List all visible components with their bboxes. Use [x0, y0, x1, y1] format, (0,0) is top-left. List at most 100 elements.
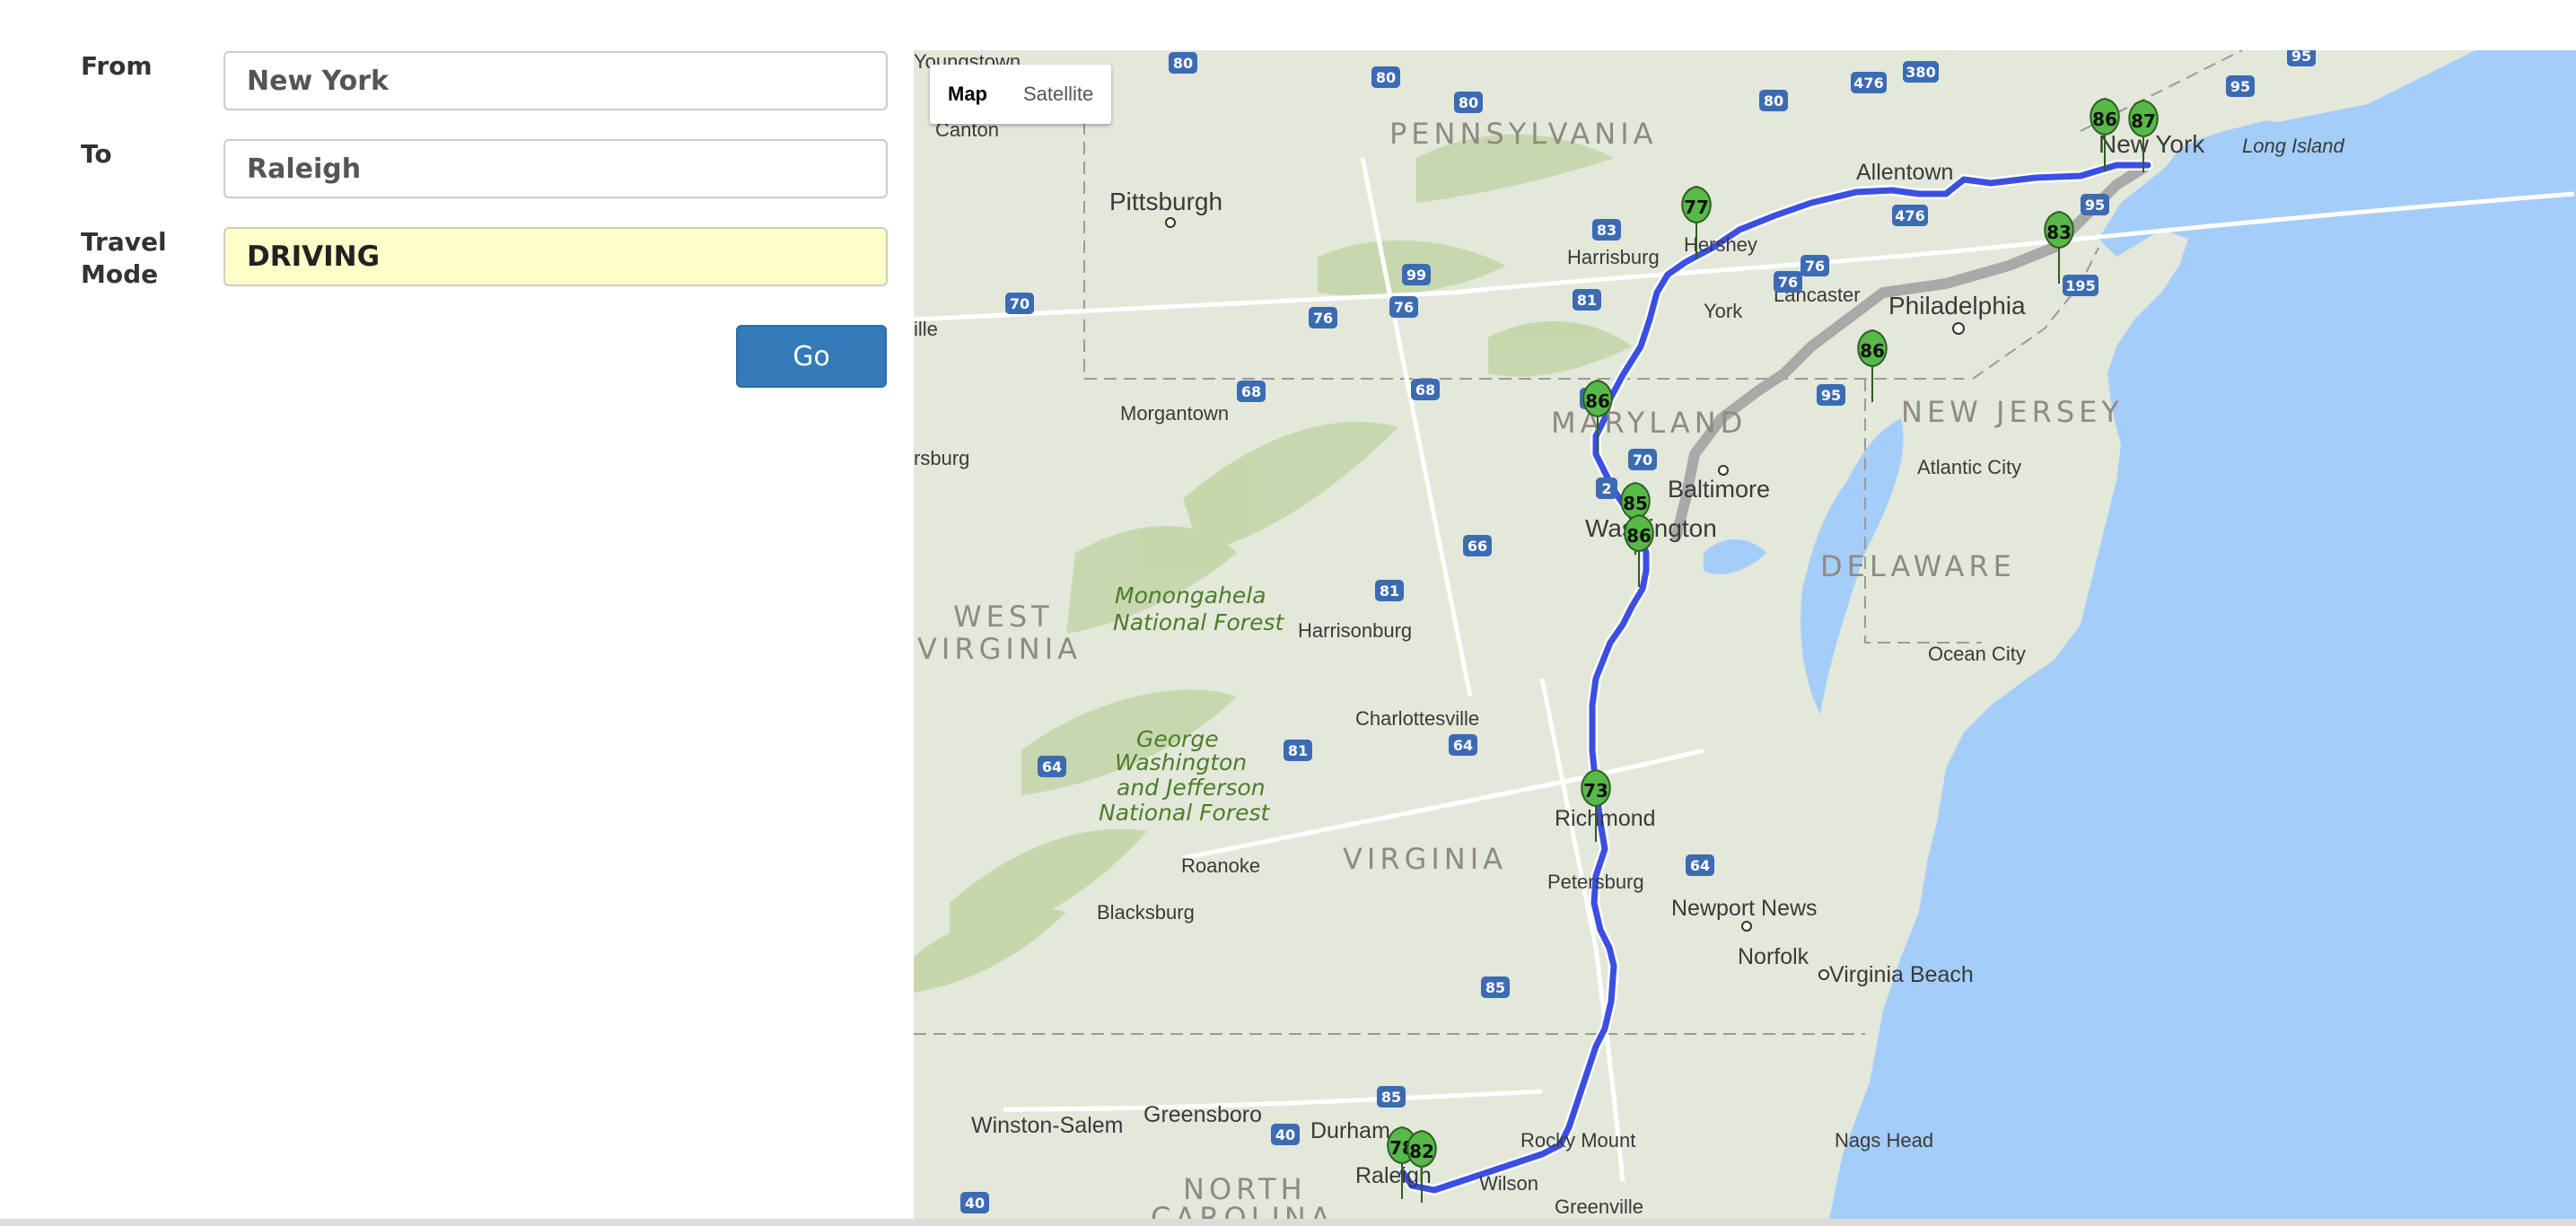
- city-label: Charlottesville: [1355, 707, 1479, 730]
- highway-shield-label: 476: [1853, 74, 1883, 92]
- marker-label: 85: [1623, 493, 1648, 514]
- map-canvas[interactable]: PENNSYLVANIA MARYLAND NEW JERSEY DELAWAR…: [914, 50, 2576, 1219]
- map-type-satellite-button[interactable]: Satellite: [1005, 65, 1111, 124]
- highway-shield-label: 80: [1173, 55, 1193, 72]
- marker-label: 86: [2092, 109, 2117, 130]
- state-label: PENNSYLVANIA: [1389, 117, 1658, 151]
- forest-label: Monongahela: [1115, 582, 1266, 609]
- highway-shield-label: 195: [2065, 277, 2095, 294]
- travel-mode-label-line1: Travel: [81, 227, 167, 257]
- city-label: rsburg: [914, 447, 969, 469]
- travel-mode-label: Travel Mode: [81, 226, 167, 291]
- state-label: VIRGINIA: [917, 632, 1082, 666]
- highway-shield-label: 476: [1895, 207, 1924, 224]
- city-label: Durham: [1310, 1118, 1390, 1143]
- travel-mode-input[interactable]: [223, 227, 888, 286]
- highway-shield-label: 76: [1805, 258, 1825, 275]
- forest-label: and Jefferson: [1117, 775, 1266, 801]
- forest-label: George: [1136, 726, 1219, 752]
- highway-shield-label: 85: [1485, 979, 1505, 996]
- highway-shield-label: 76: [1778, 274, 1798, 291]
- city-label: York: [1704, 300, 1743, 322]
- city-label: Allentown: [1856, 160, 1953, 185]
- highway-shield-label: 99: [1406, 267, 1426, 284]
- state-label: VIRGINIA: [1343, 842, 1507, 876]
- city-label: Atlantic City: [1917, 456, 2021, 478]
- from-input[interactable]: [223, 51, 888, 110]
- marker-label: 83: [2046, 222, 2072, 243]
- highway-shield-label: 40: [1275, 1126, 1295, 1143]
- highway-shield-label: 40: [965, 1195, 985, 1212]
- to-label: To: [81, 139, 112, 169]
- map-svg: PENNSYLVANIA MARYLAND NEW JERSEY DELAWAR…: [914, 50, 2576, 1219]
- highway-shield-label: 64: [1042, 758, 1062, 775]
- highway-shield-label: 76: [1313, 310, 1333, 327]
- go-button[interactable]: Go: [736, 325, 887, 388]
- travel-mode-label-line2: Mode: [81, 259, 159, 289]
- marker-label: 86: [1626, 525, 1652, 547]
- city-label: Morgantown: [1120, 402, 1229, 425]
- city-label: Greensboro: [1143, 1102, 1262, 1127]
- highway-shield-label: 95: [2085, 197, 2105, 214]
- city-label: Long Island: [2242, 135, 2345, 157]
- highway-shield-label: 70: [1633, 451, 1652, 469]
- from-label: From: [81, 51, 153, 81]
- marker-label: 87: [2131, 110, 2156, 132]
- highway-shield-label: 95: [1821, 387, 1841, 404]
- city-label: Pittsburgh: [1109, 188, 1222, 215]
- city-label: Norfolk: [1738, 944, 1809, 969]
- highway-shield-label: 70: [1010, 295, 1030, 312]
- city-label: Hershey: [1684, 233, 1757, 256]
- city-label: ille: [914, 318, 938, 340]
- city-label: Ocean City: [1928, 643, 2026, 665]
- forest-label: National Forest: [1099, 800, 1270, 826]
- city-label: Harrisburg: [1567, 246, 1660, 268]
- highway-shield-label: 81: [1380, 582, 1399, 600]
- highway-shield-label: 81: [1288, 742, 1308, 759]
- city-label: New York: [2098, 130, 2205, 158]
- city-label: Virginia Beach: [1829, 962, 1974, 987]
- city-label: Newport News: [1671, 896, 1818, 921]
- highway-shield-label: 66: [1468, 538, 1487, 555]
- map-type-map-button[interactable]: Map: [930, 65, 1005, 124]
- state-label: MARYLAND: [1551, 406, 1747, 440]
- highway-shield-label: 80: [1459, 94, 1478, 111]
- to-input[interactable]: [223, 139, 888, 198]
- city-label: Winston-Salem: [971, 1113, 1124, 1138]
- state-label: NEW JERSEY: [1901, 395, 2124, 429]
- city-label: Richmond: [1555, 806, 1656, 831]
- city-label: Petersburg: [1547, 871, 1644, 893]
- city-label: Wilson: [1479, 1172, 1538, 1195]
- marker-label: 86: [1860, 340, 1885, 362]
- highway-shield-label: 68: [1415, 381, 1435, 398]
- highway-shield-label: 80: [1376, 69, 1396, 86]
- city-label: Baltimore: [1668, 476, 1770, 503]
- city-label: Philadelphia: [1888, 292, 2026, 320]
- highway-shield-label: 2: [1601, 480, 1611, 497]
- highway-shield-label: 64: [1453, 737, 1473, 754]
- city-label: Roanoke: [1181, 854, 1260, 877]
- highway-shield-label: 85: [1381, 1089, 1401, 1106]
- city-label: Blacksburg: [1097, 901, 1195, 924]
- forest-label: National Forest: [1113, 609, 1284, 635]
- highway-shield-label: 64: [1690, 857, 1710, 874]
- marker-label: 77: [1684, 197, 1709, 218]
- marker-label: 73: [1583, 780, 1608, 801]
- highway-shield-label: 80: [1764, 92, 1783, 109]
- highway-shield-label: 95: [2230, 78, 2250, 95]
- marker-label: 82: [1409, 1141, 1434, 1162]
- city-label: Nags Head: [1835, 1129, 1933, 1152]
- bottom-scroll-bar: [0, 1219, 2576, 1226]
- state-label: WEST: [953, 600, 1054, 634]
- city-label: Rocky Mount: [1520, 1129, 1635, 1152]
- city-label: Greenville: [1555, 1195, 1643, 1218]
- highway-shield-label: 81: [1577, 292, 1597, 309]
- highway-shield-label: 95: [2291, 50, 2311, 65]
- map-type-control: Map Satellite: [930, 65, 1112, 124]
- highway-shield-label: 83: [1597, 222, 1617, 239]
- city-label: Harrisonburg: [1298, 619, 1412, 642]
- state-label: DELAWARE: [1820, 549, 2016, 583]
- state-label: CAROLINA: [1151, 1201, 1335, 1219]
- forest-label: Washington: [1115, 749, 1247, 775]
- highway-shield-label: 68: [1241, 383, 1261, 400]
